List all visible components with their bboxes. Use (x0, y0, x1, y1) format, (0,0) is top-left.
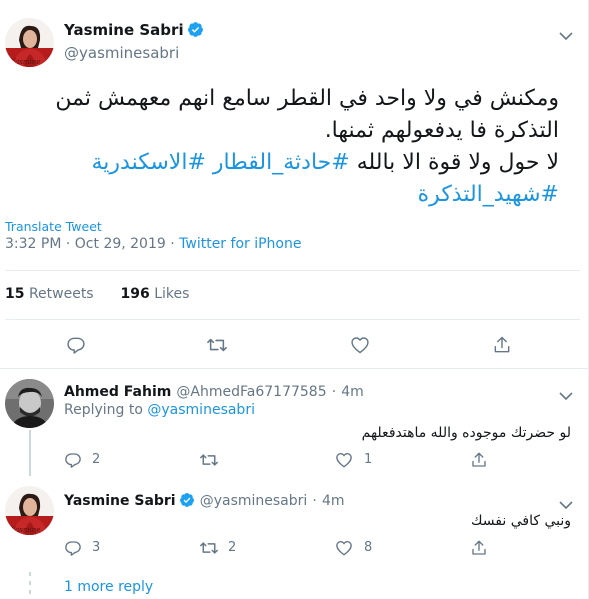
likes-count: 196 (120, 286, 150, 302)
hashtag-link[interactable]: #شهيد_التذكرة (418, 182, 559, 207)
reply-icon[interactable] (63, 450, 83, 470)
replying-label: Replying to (64, 402, 143, 418)
retweet-icon[interactable] (198, 538, 220, 558)
like-icon[interactable] (349, 334, 371, 356)
retweet-icon[interactable] (198, 450, 220, 470)
reply-icon[interactable] (65, 334, 87, 356)
svg-text:Yasmine: Yasmine (11, 526, 40, 534)
thread-dots (29, 572, 31, 598)
hashtag-link[interactable]: #حادثة_القطار (213, 150, 350, 175)
likes-stat[interactable]: 196 Likes (121, 286, 190, 302)
more-replies-link[interactable]: 1 more reply (64, 579, 153, 595)
replying-to-link[interactable]: @yasminesabri (147, 402, 255, 418)
avatar[interactable]: Yasmine (5, 18, 54, 67)
reply-time[interactable]: 4m (341, 384, 364, 400)
reply-icon[interactable] (63, 538, 83, 558)
share-icon[interactable] (491, 334, 513, 356)
reply-count: 2 (92, 452, 101, 467)
tweet-text-line: لا حول ولا قوة الا بالله #حادثة_القطار #… (19, 147, 560, 179)
retweets-label: Retweets (28, 286, 94, 302)
author-handle[interactable]: @yasminesabri (200, 493, 308, 509)
chevron-down-icon[interactable] (559, 386, 573, 401)
like-icon[interactable] (334, 450, 354, 470)
tweet-date[interactable]: Oct 29, 2019 (75, 236, 166, 252)
reply-text: لو حضرتك موجوده والله ماهتدفعلهم (361, 425, 571, 441)
tweet-text-line: التذكرة فا يدفعولهم ثمنها. (324, 118, 559, 143)
author-name[interactable]: Yasmine Sabri (64, 493, 176, 509)
tweet-text-plain: لا حول ولا قوة الا بالله (356, 150, 559, 175)
tweet-text: ومكنش في ولا واحد في القطر سامع انهم معه… (19, 83, 559, 211)
divider (5, 270, 580, 271)
replying-to: Replying to @yasminesabri (64, 402, 255, 418)
author-name[interactable]: Yasmine Sabri (64, 21, 184, 39)
like-icon[interactable] (334, 538, 354, 558)
retweet-count: 2 (228, 540, 237, 555)
author-name[interactable]: Ahmed Fahim (64, 384, 171, 400)
hashtag-link[interactable]: #الاسكندرية (92, 150, 206, 175)
meta-separator: · (312, 493, 317, 509)
verified-icon (179, 492, 195, 508)
share-icon[interactable] (469, 450, 489, 470)
tweet-source-link[interactable]: Twitter for iPhone (179, 236, 301, 252)
author-handle[interactable]: @yasminesabri (64, 44, 179, 62)
avatar[interactable]: Yasmine (5, 486, 54, 535)
tweet-meta: 3:32 PM · Oct 29, 2019 · Twitter for iPh… (5, 236, 301, 252)
tweet-stats: 15 Retweets 196 Likes (5, 286, 189, 302)
likes-label: Likes (154, 286, 190, 302)
reply-text: ونبي كافي نفسك (470, 513, 571, 529)
thread-line (29, 430, 31, 476)
like-count: 1 (364, 452, 373, 467)
reply-header: Yasmine Sabri @yasminesabri · 4m (64, 490, 344, 509)
reply-count: 3 (92, 540, 101, 555)
like-count: 8 (364, 540, 373, 555)
tweet-text-line: #شهيد_التذكرة (19, 179, 559, 211)
meta-separator: · (331, 384, 337, 400)
avatar[interactable] (5, 379, 54, 428)
author-handle[interactable]: @AhmedFa67177585 (176, 384, 326, 400)
svg-text:Yasmine: Yasmine (11, 58, 40, 66)
retweets-stat[interactable]: 15 Retweets (5, 286, 94, 302)
verified-icon (187, 21, 204, 38)
tweet-time[interactable]: 3:32 PM (5, 236, 61, 252)
meta-separator: · (65, 236, 71, 252)
divider (0, 368, 589, 369)
reply-time[interactable]: 4m (322, 493, 345, 509)
reply-header: Ahmed Fahim @AhmedFa67177585 · 4m (64, 381, 364, 400)
chevron-down-icon[interactable] (559, 495, 573, 510)
retweet-icon[interactable] (205, 334, 229, 356)
share-icon[interactable] (469, 538, 489, 558)
meta-separator: · (170, 236, 175, 252)
translate-tweet-link[interactable]: Translate Tweet (5, 219, 102, 234)
tweet-text-line: ومكنش في ولا واحد في القطر سامع انهم معه… (55, 86, 559, 111)
retweets-count: 15 (5, 286, 25, 302)
chevron-down-icon[interactable] (559, 26, 573, 41)
divider (5, 319, 580, 320)
